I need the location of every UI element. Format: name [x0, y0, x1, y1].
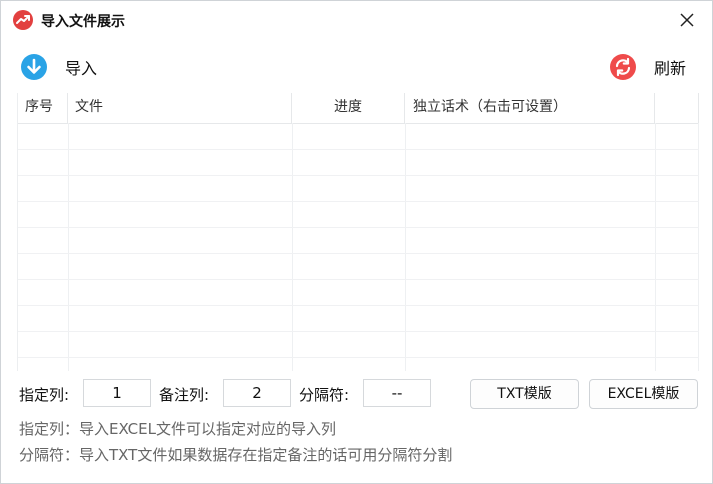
settings-bar: 指定列: 1 备注列: 2 分隔符: -- TXT模版 EXCEL模版 — [19, 379, 699, 411]
note-column-input[interactable]: 2 — [223, 379, 291, 407]
file-table[interactable]: 序号 文件 进度 独立话术（右击可设置） — [17, 93, 699, 371]
column-header-extra[interactable] — [655, 93, 699, 123]
column-header-file[interactable]: 文件 — [68, 93, 292, 123]
import-file-window: 导入文件展示 导入 刷新 序号 文件 进度 独立话术（右击可设置） 指定列: 1… — [0, 0, 713, 484]
close-button[interactable] — [674, 7, 700, 33]
table-row[interactable] — [18, 280, 699, 306]
txt-template-button[interactable]: TXT模版 — [470, 379, 579, 409]
toolbar: 导入 刷新 — [9, 41, 704, 93]
download-arrow-icon — [21, 54, 47, 80]
window-title: 导入文件展示 — [41, 14, 125, 30]
column-header-progress[interactable]: 进度 — [292, 93, 405, 123]
refresh-button[interactable]: 刷新 — [609, 41, 686, 93]
column-header-script[interactable]: 独立话术（右击可设置） — [405, 93, 655, 123]
table-row[interactable] — [18, 176, 699, 202]
close-icon — [680, 13, 694, 27]
import-button[interactable]: 导入 — [21, 41, 97, 93]
table-row[interactable] — [18, 124, 699, 150]
separator-label: 分隔符: — [299, 386, 350, 404]
refresh-label: 刷新 — [653, 59, 686, 78]
separator-input[interactable]: -- — [363, 379, 431, 407]
table-row[interactable] — [18, 306, 699, 332]
table-row[interactable] — [18, 332, 699, 358]
title-bar: 导入文件展示 — [1, 1, 712, 39]
app-logo-icon — [13, 10, 33, 30]
column-input[interactable]: 1 — [83, 379, 151, 407]
excel-template-button[interactable]: EXCEL模版 — [589, 379, 698, 409]
separator-hint-text: 分隔符：导入TXT文件如果数据存在指定备注的话可用分隔符分割 — [19, 446, 453, 464]
import-label: 导入 — [65, 59, 98, 78]
column-header-index[interactable]: 序号 — [18, 93, 68, 123]
table-row[interactable] — [18, 254, 699, 280]
table-row[interactable] — [18, 228, 699, 254]
note-column-label: 备注列: — [159, 386, 210, 404]
table-row[interactable] — [18, 150, 699, 176]
table-row[interactable] — [18, 202, 699, 228]
column-label: 指定列: — [19, 386, 70, 404]
column-hint-text: 指定列：导入EXCEL文件可以指定对应的导入列 — [19, 420, 336, 438]
refresh-icon — [609, 54, 636, 80]
table-header: 序号 文件 进度 独立话术（右击可设置） — [18, 93, 699, 124]
